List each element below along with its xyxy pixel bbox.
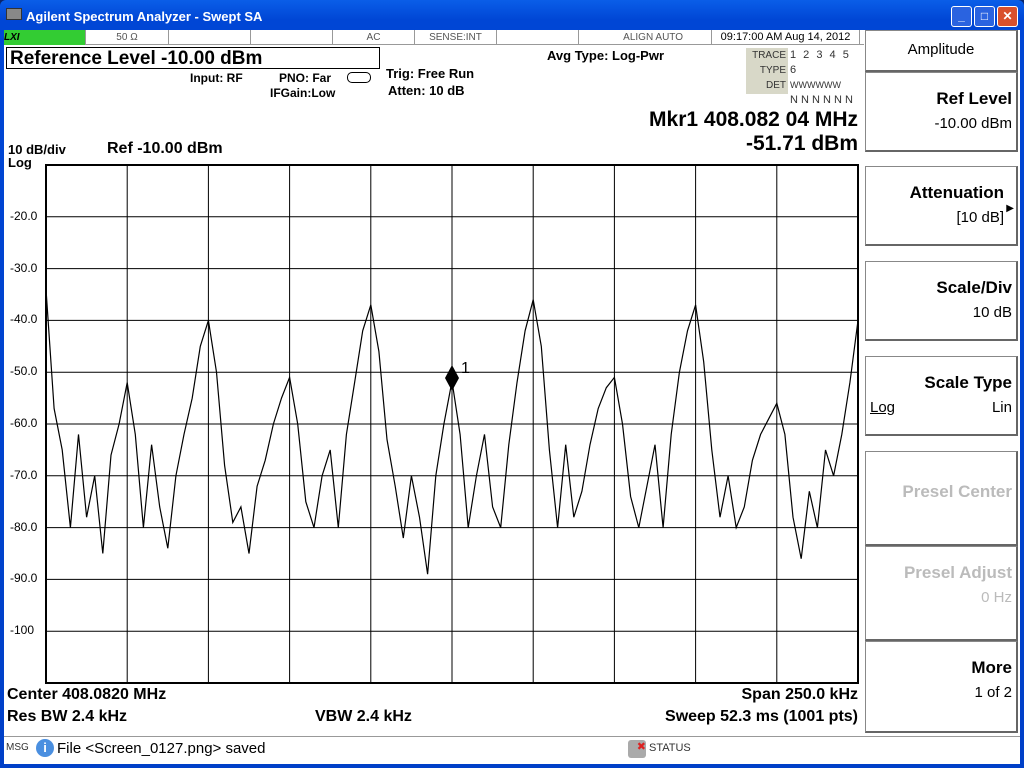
- status-blank: [497, 30, 579, 45]
- y-tick-label: -90.0: [10, 571, 38, 586]
- coupling: AC: [333, 30, 415, 45]
- trigger-icon: [347, 72, 371, 83]
- softkey-label: Scale/Div: [936, 278, 1012, 297]
- maximize-button[interactable]: □: [974, 6, 995, 27]
- reference-level-display[interactable]: Reference Level -10.00 dBm: [6, 47, 380, 69]
- marker-label: 1: [461, 360, 470, 377]
- y-tick-label: -80.0: [10, 519, 38, 534]
- softkey-label: Presel Adjust: [903, 563, 1012, 582]
- ifgain-setting: IFGain:Low: [270, 86, 336, 100]
- window-title: Agilent Spectrum Analyzer - Swept SA: [26, 9, 263, 24]
- res-bw[interactable]: Res BW 2.4 kHz: [7, 708, 127, 726]
- softkey-label: Attenuation: [909, 183, 1004, 202]
- app-icon: [6, 8, 22, 20]
- softkey-panel: Amplitude Ref Level -10.00 dBm Attenuatio…: [865, 30, 1020, 764]
- close-button[interactable]: ✕: [997, 6, 1018, 27]
- app-window: Agilent Spectrum Analyzer - Swept SA _ □…: [0, 0, 1024, 768]
- softkey-label: Presel Center: [902, 482, 1012, 501]
- title-bar: Agilent Spectrum Analyzer - Swept SA _ □…: [0, 0, 1024, 30]
- y-tick-label: -100: [10, 623, 35, 638]
- status-blank: [169, 30, 251, 45]
- y-tick-label: -40.0: [10, 312, 38, 327]
- info-icon: i: [36, 739, 54, 757]
- softkey-label: Scale Type: [924, 373, 1012, 392]
- trace-table: TRACE TYPE DET 1 2 3 4 5 6 WWWWWW N N N N N …: [746, 48, 861, 106]
- softkey-value: 0 Hz: [981, 589, 1012, 606]
- y-tick-label: -20.0: [10, 208, 38, 223]
- status-error-icon[interactable]: ✖: [628, 740, 646, 758]
- y-tick-label: -60.0: [10, 416, 38, 430]
- trace-numbers: 1 2 3 4 5 6: [790, 49, 851, 76]
- softkey-value: [10 dB]: [956, 209, 1004, 226]
- datetime: 09:17:00 AM Aug 14, 2012: [712, 30, 860, 45]
- status-blank: [251, 30, 333, 45]
- message-bar: MSG i File <Screen_0127.png> saved ✖ STA…: [4, 736, 1020, 760]
- avg-type: Avg Type: Log-Pwr: [547, 48, 664, 63]
- softkey-presel-adjust[interactable]: Presel Adjust 0 Hz: [865, 546, 1018, 641]
- graph-ref-level: Ref -10.00 dBm: [107, 140, 223, 157]
- y-tick-label: -70.0: [10, 467, 38, 482]
- trace-types: WWWWWW: [790, 80, 841, 90]
- det-label: DET: [766, 80, 786, 91]
- message-text: File <Screen_0127.png> saved: [57, 740, 266, 757]
- softkey-scale-type[interactable]: Scale Type Log Lin: [865, 356, 1018, 436]
- softkey-ref-level[interactable]: Ref Level -10.00 dBm: [865, 72, 1018, 152]
- lxi-indicator: LXI: [4, 30, 86, 45]
- softkey-value: 1 of 2: [974, 684, 1012, 701]
- atten-setting: Atten: 10 dB: [388, 83, 465, 98]
- type-label: TYPE: [759, 65, 786, 76]
- softkey-presel-center[interactable]: Presel Center: [865, 451, 1018, 546]
- scale-option-log: Log: [870, 399, 896, 416]
- softkey-value: -10.00 dBm: [934, 115, 1012, 132]
- center-frequency[interactable]: Center 408.0820 MHz: [7, 686, 166, 704]
- y-tick-label: -50.0: [10, 364, 38, 379]
- softkey-label: More: [971, 658, 1012, 677]
- status-bar: LXI 50 Ω AC SENSE:INT ALIGN AUTO 09:17:0…: [4, 30, 864, 45]
- align-status: ALIGN AUTO: [579, 30, 712, 45]
- softkey-attenuation[interactable]: Attenuation [10 dB] ▶: [865, 166, 1018, 246]
- menu-title: Amplitude: [907, 41, 975, 58]
- sense: SENSE:INT: [415, 30, 497, 45]
- trigger-setting: Trig: Free Run: [386, 66, 475, 81]
- impedance: 50 Ω: [86, 30, 169, 45]
- pno-setting: PNO: Far: [279, 71, 332, 85]
- trace-detectors: N N N N N N: [790, 94, 853, 106]
- marker-frequency: Mkr1 408.082 04 MHz: [649, 108, 858, 131]
- trace-label: TRACE: [752, 50, 786, 61]
- softkey-more[interactable]: More 1 of 2: [865, 641, 1018, 733]
- status-button[interactable]: STATUS: [649, 742, 691, 754]
- scale-option-lin: Lin: [991, 399, 1012, 416]
- softkey-label: Ref Level: [936, 89, 1012, 108]
- vbw[interactable]: VBW 2.4 kHz: [315, 708, 412, 726]
- spectrum-graph[interactable]: 1: [44, 163, 860, 685]
- msg-label: MSG: [6, 742, 29, 753]
- analyzer-screen: LXI 50 Ω AC SENSE:INT ALIGN AUTO 09:17:0…: [4, 30, 1020, 764]
- minimize-button[interactable]: _: [951, 6, 972, 27]
- marker-readout: Mkr1 408.082 04 MHz -51.71 dBm: [558, 108, 858, 158]
- softkey-value: 10 dB: [972, 304, 1012, 321]
- sweep-time[interactable]: Sweep 52.3 ms (1001 pts): [665, 708, 858, 726]
- input-setting: Input: RF: [190, 71, 243, 85]
- scale-type-log: Log: [8, 155, 32, 170]
- y-tick-label: -30.0: [10, 260, 38, 275]
- softkey-menu-title: Amplitude: [865, 30, 1018, 72]
- softkey-scale-div[interactable]: Scale/Div 10 dB: [865, 261, 1018, 341]
- marker-level: -51.71 dBm: [745, 132, 858, 155]
- span[interactable]: Span 250.0 kHz: [742, 686, 859, 704]
- submenu-arrow-icon: ▶: [1006, 203, 1014, 214]
